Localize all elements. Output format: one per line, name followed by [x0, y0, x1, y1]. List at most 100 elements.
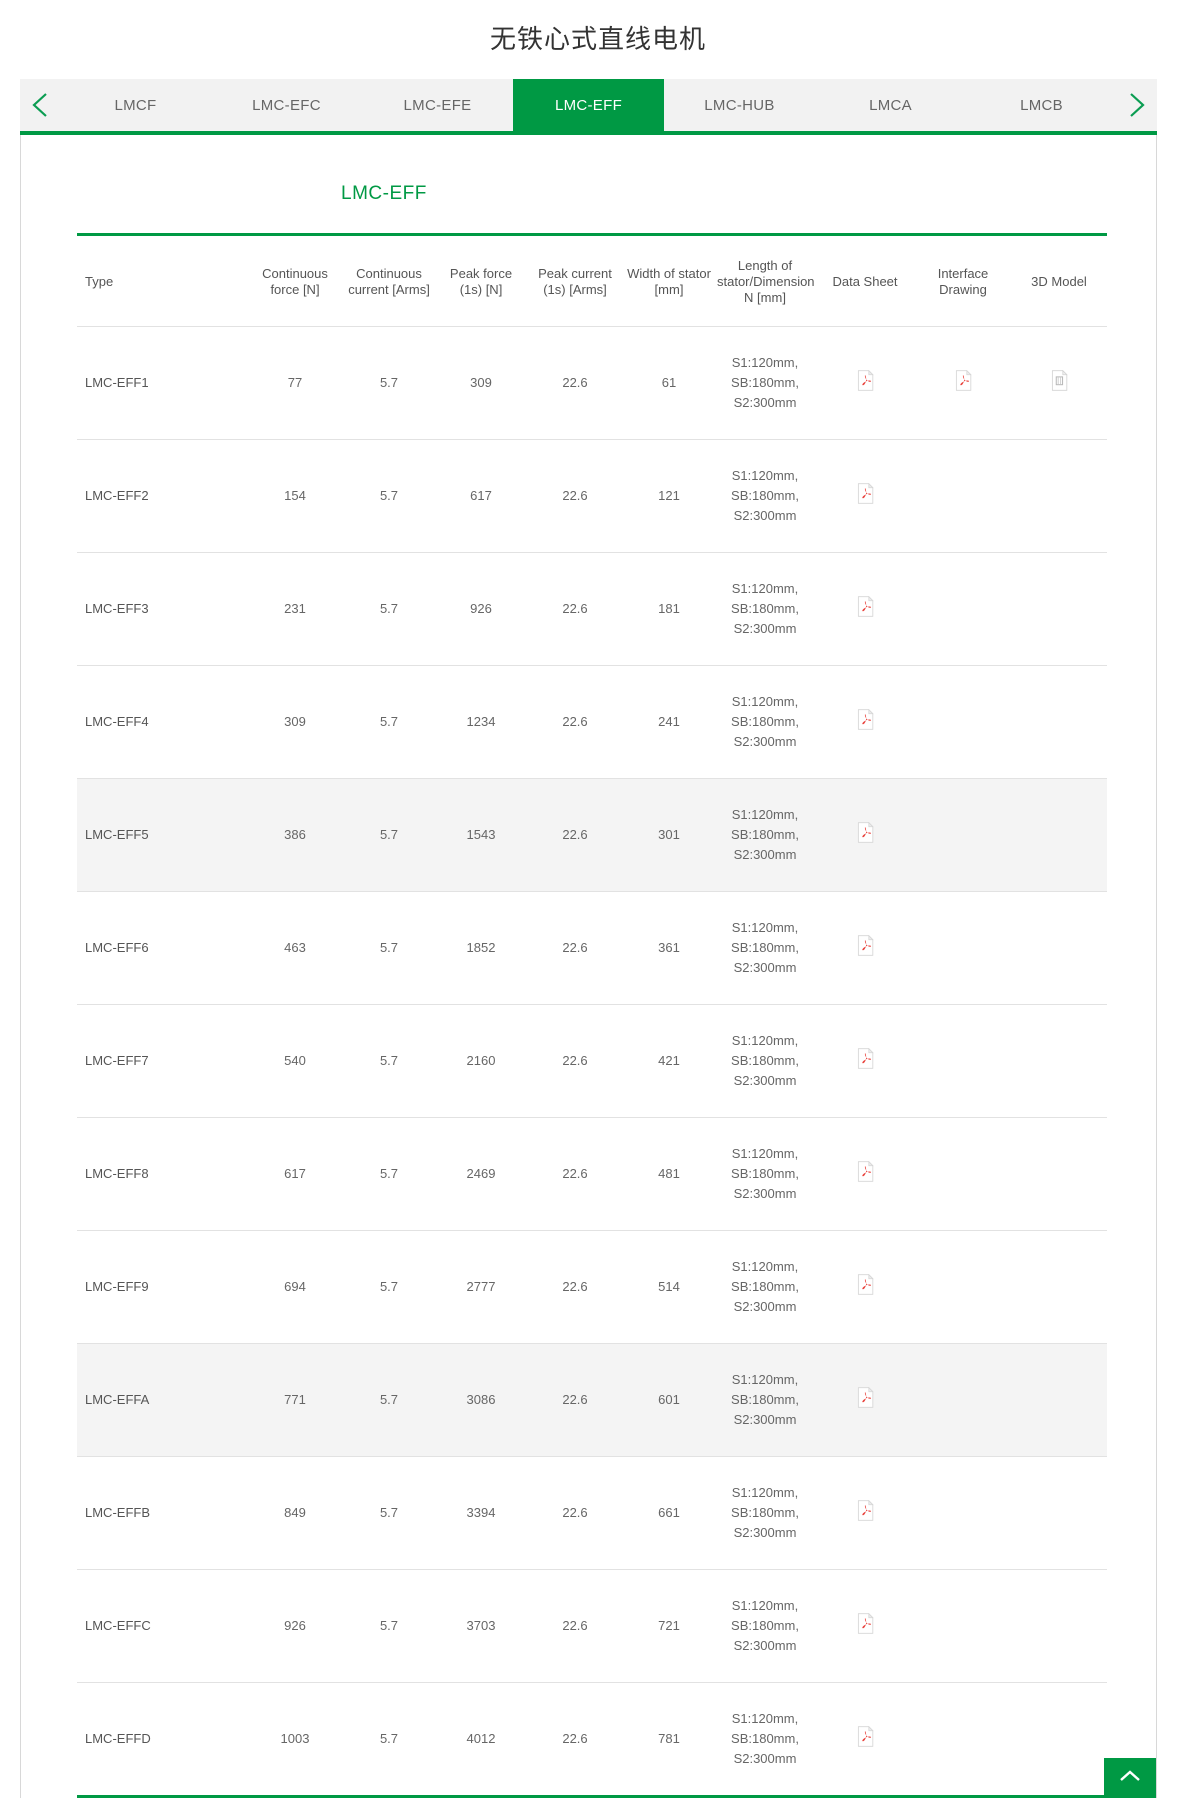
table-row[interactable]: LMC-EFF7 540 5.7 2160 22.6 421 S1:120mm, SB:180… — [77, 1004, 1107, 1118]
col-header-continuous-force: Continuous force [N] — [247, 234, 343, 327]
cell-peak-current: 22.6 — [527, 1456, 623, 1570]
pdf-icon[interactable] — [856, 822, 875, 849]
cell-peak-force: 1852 — [435, 891, 527, 1005]
scroll-to-top-button[interactable] — [1104, 1758, 1156, 1798]
cell-data-sheet[interactable] — [815, 1004, 915, 1118]
cell-interface-drawing[interactable] — [915, 1569, 1011, 1683]
tab-lmc-efe[interactable]: LMC-EFE — [362, 79, 513, 131]
pdf-icon[interactable] — [856, 935, 875, 962]
spec-table-body: LMC-EFF1 77 5.7 309 22.6 61 S1:120mm, SB:180mm,… — [77, 326, 1107, 1798]
cell-continuous-current: 5.7 — [343, 1682, 435, 1798]
cell-peak-force: 3703 — [435, 1569, 527, 1683]
cell-interface-drawing[interactable] — [915, 1456, 1011, 1570]
cell-data-sheet[interactable] — [815, 1456, 915, 1570]
cell-peak-current: 22.6 — [527, 778, 623, 892]
table-row[interactable]: LMC-EFFB 849 5.7 3394 22.6 661 S1:120mm, SB:180… — [77, 1456, 1107, 1570]
tabs-next-button[interactable] — [1117, 79, 1157, 131]
cell-3d-model[interactable] — [1011, 1117, 1107, 1231]
cell-3d-model[interactable] — [1011, 891, 1107, 1005]
cell-3d-model[interactable] — [1011, 665, 1107, 779]
table-row[interactable]: LMC-EFF1 77 5.7 309 22.6 61 S1:120mm, SB:180mm,… — [77, 326, 1107, 440]
pdf-icon[interactable] — [856, 1613, 875, 1640]
pdf-icon[interactable] — [856, 1500, 875, 1527]
cell-peak-force: 309 — [435, 326, 527, 440]
cell-interface-drawing[interactable] — [915, 552, 1011, 666]
cell-data-sheet[interactable] — [815, 552, 915, 666]
cell-interface-drawing[interactable] — [915, 891, 1011, 1005]
table-row[interactable]: LMC-EFF3 231 5.7 926 22.6 181 S1:120mm, SB:180m… — [77, 552, 1107, 666]
cell-data-sheet[interactable] — [815, 891, 915, 1005]
cell-3d-model[interactable] — [1011, 439, 1107, 553]
cell-data-sheet[interactable] — [815, 1569, 915, 1683]
cell-interface-drawing[interactable] — [915, 1230, 1011, 1344]
pdf-icon[interactable] — [856, 709, 875, 736]
tab-lmc-hub[interactable]: LMC-HUB — [664, 79, 815, 131]
pdf-icon[interactable] — [856, 370, 875, 397]
cell-length-of-stator: S1:120mm, SB:180mm, S2:300mm — [715, 439, 815, 553]
cell-interface-drawing[interactable] — [915, 326, 1011, 440]
table-row[interactable]: LMC-EFF8 617 5.7 2469 22.6 481 S1:120mm, SB:180… — [77, 1117, 1107, 1231]
cell-data-sheet[interactable] — [815, 665, 915, 779]
tab-lmc-eff[interactable]: LMC-EFF — [513, 79, 664, 131]
cell-3d-model[interactable] — [1011, 1569, 1107, 1683]
cell-peak-current: 22.6 — [527, 1230, 623, 1344]
table-row[interactable]: LMC-EFF5 386 5.7 1543 22.6 301 S1:120mm, SB:180… — [77, 778, 1107, 892]
table-row[interactable]: LMC-EFF2 154 5.7 617 22.6 121 S1:120mm, SB:180m… — [77, 439, 1107, 553]
table-row[interactable]: LMC-EFFA 771 5.7 3086 22.6 601 S1:120mm, SB:180… — [77, 1343, 1107, 1457]
cell-3d-model[interactable] — [1011, 1456, 1107, 1570]
spec-table-head: Type Continuous force [N] Continuous cur… — [77, 234, 1107, 327]
table-row[interactable]: LMC-EFF4 309 5.7 1234 22.6 241 S1:120mm, SB:180… — [77, 665, 1107, 779]
cell-3d-model[interactable] — [1011, 1230, 1107, 1344]
cell-3d-model[interactable] — [1011, 1343, 1107, 1457]
table-row[interactable]: LMC-EFFC 926 5.7 3703 22.6 721 S1:120mm, SB:180… — [77, 1569, 1107, 1683]
cell-interface-drawing[interactable] — [915, 439, 1011, 553]
cell-3d-model[interactable] — [1011, 1004, 1107, 1118]
cell-peak-current: 22.6 — [527, 326, 623, 440]
cell-peak-force: 4012 — [435, 1682, 527, 1798]
cell-3d-model[interactable] — [1011, 552, 1107, 666]
tab-lmca[interactable]: LMCA — [815, 79, 966, 131]
cell-data-sheet[interactable] — [815, 439, 915, 553]
cell-data-sheet[interactable] — [815, 1682, 915, 1798]
cell-data-sheet[interactable] — [815, 1117, 915, 1231]
table-row[interactable]: LMC-EFF9 694 5.7 2777 22.6 514 S1:120mm, SB:180… — [77, 1230, 1107, 1344]
pdf-icon[interactable] — [856, 1387, 875, 1414]
cell-interface-drawing[interactable] — [915, 1682, 1011, 1798]
cell-interface-drawing[interactable] — [915, 1343, 1011, 1457]
cell-3d-model[interactable] — [1011, 778, 1107, 892]
tab-label: LMC-EFF — [554, 96, 623, 114]
cell-continuous-current: 5.7 — [343, 665, 435, 779]
cell-data-sheet[interactable] — [815, 1230, 915, 1344]
cell-peak-force: 926 — [435, 552, 527, 666]
tab-lmcb[interactable]: LMCB — [966, 79, 1117, 131]
cell-interface-drawing[interactable] — [915, 778, 1011, 892]
pdf-icon[interactable] — [856, 596, 875, 623]
cell-3d-model[interactable] — [1011, 1682, 1107, 1798]
section-title: LMC-EFF — [341, 183, 427, 204]
tabs-prev-button[interactable] — [20, 79, 60, 131]
pdf-icon[interactable] — [954, 370, 973, 397]
cell-continuous-current: 5.7 — [343, 1569, 435, 1683]
pdf-icon[interactable] — [856, 1161, 875, 1188]
cell-data-sheet[interactable] — [815, 1343, 915, 1457]
cell-data-sheet[interactable] — [815, 778, 915, 892]
table-row[interactable]: LMC-EFF6 463 5.7 1852 22.6 361 S1:120mm, SB:180… — [77, 891, 1107, 1005]
3d-model-icon[interactable] — [1050, 370, 1069, 397]
spec-table: Type Continuous force [N] Continuous cur… — [77, 233, 1107, 1798]
pdf-icon[interactable] — [856, 1726, 875, 1753]
tab-lmc-efc[interactable]: LMC-EFC — [211, 79, 362, 131]
cell-interface-drawing[interactable] — [915, 1117, 1011, 1231]
tab-lmcf[interactable]: LMCF — [60, 79, 211, 131]
cell-length-of-stator: S1:120mm, SB:180mm, S2:300mm — [715, 1569, 815, 1683]
cell-continuous-current: 5.7 — [343, 891, 435, 1005]
cell-type: LMC-EFF7 — [77, 1004, 247, 1118]
pdf-icon[interactable] — [856, 1048, 875, 1075]
table-row[interactable]: LMC-EFFD 1003 5.7 4012 22.6 781 S1:120mm, SB:18… — [77, 1682, 1107, 1798]
cell-interface-drawing[interactable] — [915, 1004, 1011, 1118]
cell-interface-drawing[interactable] — [915, 665, 1011, 779]
cell-data-sheet[interactable] — [815, 326, 915, 440]
pdf-icon[interactable] — [856, 483, 875, 510]
pdf-icon[interactable] — [856, 1274, 875, 1301]
cell-length-of-stator: S1:120mm, SB:180mm, S2:300mm — [715, 1004, 815, 1118]
cell-3d-model[interactable] — [1011, 326, 1107, 440]
